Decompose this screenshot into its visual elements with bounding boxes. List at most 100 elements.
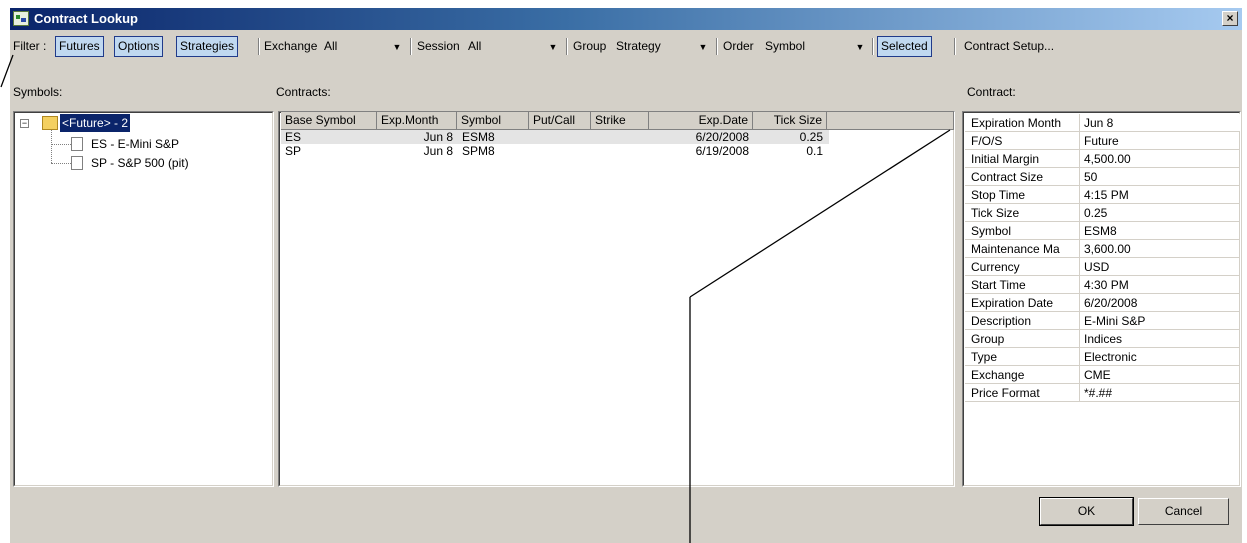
group-dropdown-icon[interactable]: ▼ [696,39,710,55]
property-name: Group [971,332,1005,346]
session-dropdown-icon[interactable]: ▼ [546,39,560,55]
property-row[interactable]: Group Indices [965,330,1240,348]
cell-exp-date: 6/19/2008 [695,144,749,158]
property-row[interactable]: Type Electronic [965,348,1240,366]
property-row[interactable]: Initial Margin 4,500.00 [965,150,1240,168]
table-row[interactable]: ES Jun 8 ESM8 6/20/2008 0.25 [281,130,829,144]
contract-doc-icon [71,137,83,151]
property-value: CME [1084,368,1111,382]
table-row[interactable]: SP Jun 8 SPM8 6/19/2008 0.1 [281,144,829,158]
contracts-label: Contracts: [276,85,331,99]
property-name: Price Format [971,386,1040,400]
toolbar-separator [716,38,718,55]
property-row[interactable]: Price Format *#.## [965,384,1240,402]
property-value: Electronic [1084,350,1137,364]
cell-exp-date: 6/20/2008 [695,130,749,144]
options-filter-button[interactable]: Options [114,36,164,57]
cell-symbol: ESM8 [462,130,495,144]
collapse-icon[interactable]: − [20,119,29,128]
property-value: USD [1084,260,1110,274]
property-divider [1079,222,1080,239]
property-value: 50 [1084,170,1098,184]
property-divider [1079,312,1080,329]
window-title: Contract Lookup [34,11,138,26]
order-label: Order [723,39,754,53]
contract-doc-icon [71,156,83,170]
property-name: Type [971,350,998,364]
column-header-strike[interactable]: Strike [591,112,649,130]
column-header-exp-date[interactable]: Exp.Date [649,112,753,130]
tree-item-sp[interactable]: SP - S&P 500 (pit) [71,154,261,172]
property-row[interactable]: Maintenance Ma 3,600.00 [965,240,1240,258]
session-select[interactable]: All [468,39,481,53]
property-name: Expiration Month [971,116,1062,130]
property-row[interactable]: Symbol ESM8 [965,222,1240,240]
property-row[interactable]: Stop Time 4:15 PM [965,186,1240,204]
group-select[interactable]: Strategy [616,39,661,53]
app-icon [13,11,29,26]
close-button[interactable]: × [1222,11,1238,26]
column-header-put-call[interactable]: Put/Call [529,112,591,130]
exchange-dropdown-icon[interactable]: ▼ [390,39,404,55]
property-row[interactable]: Currency USD [965,258,1240,276]
filter-label: Filter : [13,39,47,53]
exchange-select[interactable]: All [324,39,337,53]
cell-tick-size: 0.1 [806,144,823,158]
property-divider [1079,114,1080,131]
property-divider [1079,276,1080,293]
contracts-list[interactable]: Base Symbol Exp.Month Symbol Put/Call St… [278,111,955,487]
property-row[interactable]: F/O/S Future [965,132,1240,150]
property-name: F/O/S [971,134,1003,148]
property-name: Currency [971,260,1020,274]
column-header-exp-month[interactable]: Exp.Month [377,112,457,130]
strategies-filter-button[interactable]: Strategies [176,36,239,57]
title-bar[interactable]: Contract Lookup × [10,8,1242,30]
property-value: Future [1084,134,1119,148]
property-value: Indices [1084,332,1123,346]
property-row[interactable]: Start Time 4:30 PM [965,276,1240,294]
property-row[interactable]: Description E-Mini S&P [965,312,1240,330]
property-name: Expiration Date [971,296,1054,310]
property-row[interactable]: Expiration Date 6/20/2008 [965,294,1240,312]
contract-properties-grid[interactable]: Expiration Month Jun 8 F/O/S Future Initial … [962,111,1241,487]
ok-button[interactable]: OK [1039,497,1134,526]
property-value: 4:30 PM [1084,278,1129,292]
property-divider [1079,150,1080,167]
group-label: Group [573,39,607,53]
property-row[interactable]: Contract Size 50 [965,168,1240,186]
property-name: Maintenance Ma [971,242,1060,256]
property-name: Stop Time [971,188,1026,202]
cell-exp-month: Jun 8 [423,130,453,144]
property-divider [1079,168,1080,185]
selected-button[interactable]: Selected [877,36,932,57]
property-row[interactable]: Exchange CME [965,366,1240,384]
toolbar-separator [566,38,568,55]
filter-toolbar: Filter : Futures Options Strategies Exch… [10,31,1242,57]
order-select[interactable]: Symbol [765,39,805,53]
symbols-tree[interactable]: − <Future> - 2 ES - E-Mini S&P SP - S&P … [13,111,274,487]
tree-item-label: ES - E-Mini S&P [91,137,180,151]
order-dropdown-icon[interactable]: ▼ [853,39,867,55]
tree-item-label: SP - S&P 500 (pit) [91,156,189,170]
property-row[interactable]: Expiration Month Jun 8 [965,114,1240,132]
column-header-tick-size[interactable]: Tick Size [753,112,827,130]
property-row[interactable]: Tick Size 0.25 [965,204,1240,222]
column-header-symbol[interactable]: Symbol [457,112,529,130]
symbols-label: Symbols: [13,85,63,99]
cell-base-symbol: SP [285,144,302,158]
property-name: Start Time [971,278,1026,292]
property-divider [1079,132,1080,149]
exchange-label: Exchange [264,39,318,53]
tree-root-future[interactable]: − <Future> - 2 [20,114,260,132]
session-label: Session [417,39,460,53]
column-header-base-symbol[interactable]: Base Symbol [281,112,377,130]
contract-label: Contract: [967,85,1016,99]
contract-setup-button[interactable]: Contract Setup... [964,39,1054,53]
property-name: Initial Margin [971,152,1040,166]
property-value: E-Mini S&P [1084,314,1146,328]
property-value: 0.25 [1084,206,1108,220]
tree-item-es[interactable]: ES - E-Mini S&P [71,135,261,153]
property-divider [1079,258,1080,275]
cancel-button[interactable]: Cancel [1138,498,1229,525]
futures-filter-button[interactable]: Futures [55,36,104,57]
